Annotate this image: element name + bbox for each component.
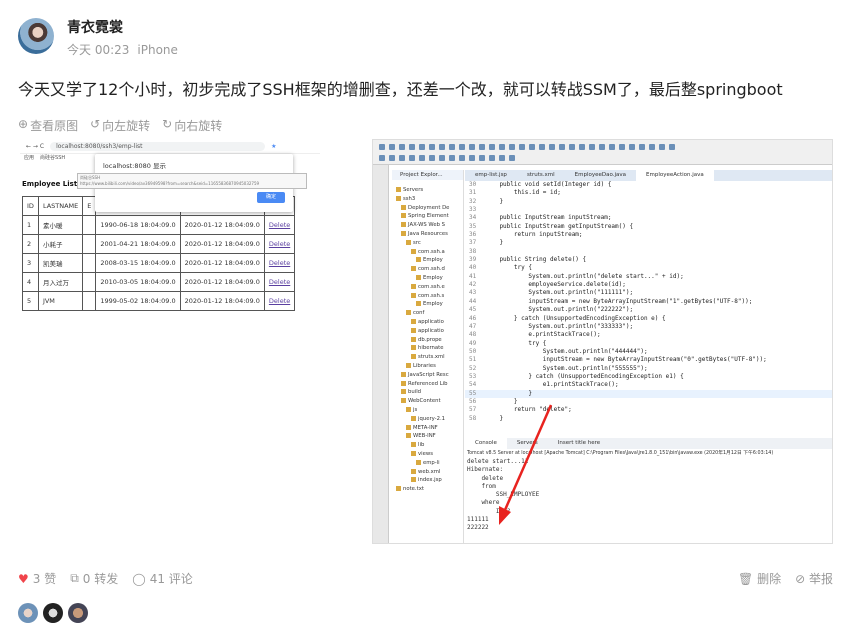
table-cell: JVM: [37, 291, 84, 311]
table-cell: Delete: [263, 234, 296, 254]
red-arrow: [499, 404, 553, 525]
post-admin-actions: 🗑 删除 ⊘ 举报: [738, 570, 833, 587]
table-row: 5 JVM 1999-05-02 18:04:09.0 2020-01-12 18:0…: [22, 291, 296, 311]
author-name[interactable]: 青衣霓裳: [67, 17, 123, 37]
tooltip-url: https://www.bilibili.com/video/av3694959…: [80, 181, 260, 186]
header-cell: E: [82, 196, 97, 216]
table-cell: 2008-03-15 18:04:09.0: [95, 253, 181, 273]
table-cell: [82, 253, 97, 273]
author-avatar[interactable]: [18, 18, 54, 54]
nav-icons: ← → C: [26, 143, 45, 150]
table-cell: [82, 272, 97, 292]
table-cell: 4: [22, 272, 39, 292]
table-cell: Delete: [263, 253, 296, 273]
table-row: 2 小耗子 2001-04-21 18:04:09.0 2020-01-12 18:0…: [22, 234, 296, 254]
browser-screenshot[interactable]: ← → Clocalhost:8080/ssh3/emp-list ★ 应用 尚硅谷…: [20, 140, 320, 315]
post-source: iPhone: [137, 43, 178, 57]
share-icon: ⧉: [70, 571, 79, 585]
table-cell: 5: [22, 291, 39, 311]
table-cell: [82, 234, 97, 254]
address-bar: ← → C localhost:8080/ssh3/emp-list ★: [20, 140, 320, 154]
table-cell: 2020-01-12 18:04:09.0: [179, 272, 265, 292]
employee-table: IDLASTNAMEEdelete1素小暖1990-06-18 18:04:09…: [22, 196, 296, 311]
post-text: 今天又学了12个小时，初步完成了SSH框架的增删查，还差一个改，就可以转战SSM…: [18, 80, 783, 99]
page-heading: Employee List P: [22, 180, 85, 188]
delete-button[interactable]: 🗑 删除: [738, 570, 781, 587]
table-row: 1 素小暖 1990-06-18 18:04:09.0 2020-01-12 18:0…: [22, 215, 296, 235]
table-cell: 2020-01-12 18:04:09.0: [179, 253, 265, 273]
rotate-left-icon: ↺: [90, 117, 101, 131]
trash-icon: 🗑: [738, 572, 754, 586]
rotate-right-icon: ↻: [162, 117, 173, 131]
table-cell: 2020-01-12 18:04:09.0: [179, 291, 265, 311]
table-cell: 凯美瑞: [37, 253, 84, 273]
bookmark: 应用: [24, 155, 35, 161]
rotate-left-button[interactable]: ↺ 向左旋转: [90, 117, 150, 134]
comment-button[interactable]: ◯ 41 评论: [132, 570, 193, 587]
zoom-in-icon: ⊕: [18, 117, 29, 131]
table-cell: 1999-05-02 18:04:09.0: [95, 291, 181, 311]
table-cell: [82, 291, 97, 311]
table-row: 3 凯美瑞 2008-03-15 18:04:09.0 2020-01-12 18:0…: [22, 253, 296, 273]
table-cell: 2010-03-05 18:04:09.0: [95, 272, 181, 292]
table-cell: 2020-01-12 18:04:09.0: [179, 215, 265, 235]
bookmarks-bar: 应用 尚硅谷SSH: [24, 154, 65, 161]
delete-link[interactable]: Delete: [269, 278, 290, 286]
post-actions: ♥ 3 赞 ⧉ 0 转发 ◯ 41 评论: [18, 570, 193, 587]
table-cell: Delete: [263, 291, 296, 311]
table-cell: Delete: [263, 272, 296, 292]
tooltip: 尚硅谷SSH https://www.bilibili.com/video/av3…: [77, 173, 307, 189]
table-cell: [82, 215, 97, 235]
view-original-button[interactable]: ⊕ 查看原图: [18, 117, 78, 134]
bookmark: 尚硅谷SSH: [40, 155, 66, 161]
delete-link[interactable]: Delete: [269, 259, 290, 267]
like-button[interactable]: ♥ 3 赞: [18, 570, 56, 587]
ban-icon: ⊘: [795, 572, 806, 586]
table-row: 4 月入过万 2010-03-05 18:04:09.0 2020-01-12 18:…: [22, 272, 296, 292]
table-cell: 素小暖: [37, 215, 84, 235]
eclipse-screenshot[interactable]: Project Explor... Servers ssh3 Deployment D…: [372, 139, 833, 544]
image-tools: ⊕ 查看原图 ↺ 向左旋转 ↻ 向右旋转: [18, 117, 222, 134]
delete-link[interactable]: Delete: [269, 221, 290, 229]
post-time: 今天 00:23: [67, 43, 130, 57]
table-cell: 月入过万: [37, 272, 84, 292]
table-cell: 2020-01-12 18:04:09.0: [179, 234, 265, 254]
star-icon: ★: [271, 143, 277, 150]
table-cell: 1: [22, 215, 39, 235]
dialog-title: localhost:8080 显示: [103, 162, 166, 170]
liker-avatar[interactable]: [68, 603, 88, 623]
repost-button[interactable]: ⧉ 0 转发: [70, 570, 118, 587]
url: localhost:8080/ssh3/emp-list: [50, 142, 266, 151]
liker-avatar[interactable]: [43, 603, 63, 623]
delete-link[interactable]: Delete: [269, 297, 290, 305]
ok-button: 确定: [257, 192, 285, 203]
table-cell: 2001-04-21 18:04:09.0: [95, 234, 181, 254]
report-button[interactable]: ⊘ 举报: [795, 570, 833, 587]
post-meta: 今天 00:23 iPhone: [67, 41, 186, 58]
comment-icon: ◯: [132, 571, 146, 586]
table-cell: 3: [22, 253, 39, 273]
header-cell: ID: [22, 196, 39, 216]
header-cell: LASTNAME: [37, 196, 84, 216]
rotate-right-button[interactable]: ↻ 向右旋转: [162, 117, 222, 134]
table-cell: Delete: [263, 215, 296, 235]
heart-icon: ♥: [18, 571, 29, 586]
delete-link[interactable]: Delete: [269, 240, 290, 248]
table-cell: 1990-06-18 18:04:09.0: [95, 215, 181, 235]
table-cell: 小耗子: [37, 234, 84, 254]
table-cell: 2: [22, 234, 39, 254]
liker-avatars: [18, 603, 88, 623]
liker-avatar[interactable]: [18, 603, 38, 623]
